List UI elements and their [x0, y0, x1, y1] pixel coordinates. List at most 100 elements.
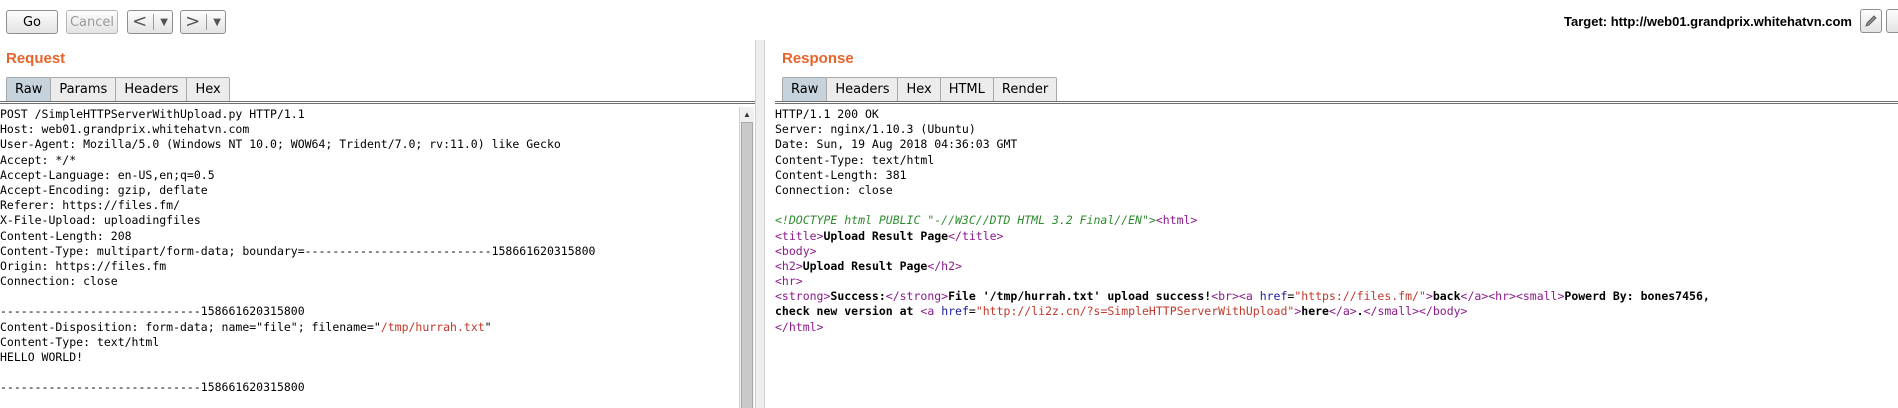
request-line-disposition: Content-Disposition: form-data; name="fi… — [0, 320, 739, 335]
scroll-up-icon[interactable]: ▲ — [740, 107, 754, 121]
help-button[interactable] — [1886, 9, 1898, 33]
request-line: POST /SimpleHTTPServerWithUpload.py HTTP… — [0, 107, 305, 121]
body-close-tag: </body> — [1419, 304, 1468, 319]
request-line: Accept: */* — [0, 152, 77, 167]
title-close-tag: </title> — [948, 228, 1004, 243]
back-divider — [153, 14, 155, 30]
request-line — [0, 289, 739, 304]
html-close-tag: </html> — [775, 319, 824, 334]
body-open-tag: <body> — [775, 243, 817, 258]
go-button-label: Go — [22, 14, 42, 30]
strong-open-tag: <strong> — [775, 289, 831, 304]
request-tab-headers[interactable]: Headers — [115, 77, 188, 101]
request-tab-params[interactable]: Params — [50, 77, 117, 101]
cancel-button[interactable]: Cancel — [66, 10, 118, 34]
h2-open-tag: <h2> — [775, 258, 803, 273]
response-editor[interactable]: HTTP/1.1 200 OK Server: nginx/1.10.3 (Ub… — [775, 107, 1898, 408]
request-line: Host: web01.grandprix.whitehatvn.com — [0, 122, 250, 137]
hr-tag-2: <hr> — [1488, 289, 1516, 304]
response-tab-html[interactable]: HTML — [939, 77, 994, 101]
h2-text: Upload Result Page — [802, 258, 928, 273]
response-tabs: Raw Headers Hex HTML Render — [782, 77, 1058, 101]
request-line: Origin: https://files.fm — [0, 258, 167, 273]
response-success-line: <strong>Success:</strong>File '/tmp/hurr… — [775, 289, 1898, 304]
response-line: Connection: close — [775, 182, 893, 197]
forward-dropdown-icon[interactable]: ▼ — [213, 17, 221, 28]
response-body-line: <body> — [775, 244, 1898, 259]
a-close-tag: </a> — [1460, 289, 1489, 304]
equals-sign-2: = — [968, 304, 976, 319]
response-title: Response — [782, 50, 854, 67]
response-line: Content-Length: 381 — [775, 167, 907, 182]
href-attr-2: href — [941, 304, 969, 319]
request-line: Accept-Encoding: gzip, deflate — [0, 182, 208, 197]
response-html-close-line: </html> — [775, 320, 1898, 335]
scroll-thumb[interactable] — [741, 122, 753, 408]
strong-close-tag: </strong> — [885, 289, 949, 304]
doctype: <!DOCTYPE html PUBLIC "-//W3C//DTD HTML … — [775, 213, 1156, 228]
a-open-tag: <a — [1238, 289, 1260, 304]
back-button[interactable]: < ▼ — [127, 10, 173, 34]
response-check-line: check new version at <a href="http://li2… — [775, 304, 1898, 319]
request-scrollbar[interactable]: ▲ — [739, 107, 754, 408]
response-tab-underline — [775, 101, 1898, 102]
request-tab-underline-2 — [0, 103, 755, 104]
edit-target-button[interactable] — [1860, 9, 1882, 33]
response-line — [775, 198, 1898, 213]
request-line: Content-Type: multipart/form-data; bound… — [0, 243, 596, 258]
go-button[interactable]: Go — [6, 10, 58, 34]
period: . — [1356, 304, 1364, 319]
request-line: Referer: https://files.fm/ — [0, 198, 181, 213]
response-tab-hex[interactable]: Hex — [897, 77, 941, 101]
check-version-text: check new version at — [775, 304, 921, 319]
response-line: Content-Type: text/html — [775, 152, 935, 167]
a-open-tag-2: <a — [920, 304, 942, 319]
file-success-text: File '/tmp/hurrah.txt' upload success! — [948, 289, 1212, 304]
cancel-button-label: Cancel — [69, 14, 115, 30]
title-open-tag: <title> — [775, 228, 824, 243]
request-line: Connection: close — [0, 274, 118, 289]
back-link-text: back — [1432, 289, 1461, 304]
disposition-suffix: " — [484, 319, 492, 334]
request-editor[interactable]: POST /SimpleHTTPServerWithUpload.py HTTP… — [0, 107, 739, 408]
href-attr: href — [1259, 289, 1288, 304]
request-line: -----------------------------15866162031… — [0, 304, 305, 319]
strong-text: Success: — [830, 289, 886, 304]
response-line: Server: nginx/1.10.3 (Ubuntu) — [775, 122, 976, 137]
response-line: HTTP/1.1 200 OK — [775, 107, 879, 121]
request-tab-hex[interactable]: Hex — [186, 77, 230, 101]
a-open-end: > — [1425, 289, 1433, 304]
request-title: Request — [6, 50, 66, 67]
href-value-li2z: "http://li2z.cn/?s=SimpleHTTPServerWithU… — [975, 304, 1295, 319]
request-tab-raw[interactable]: Raw — [6, 77, 52, 101]
request-line — [0, 365, 739, 380]
a-close-tag-2: </a> — [1328, 304, 1357, 319]
disposition-prefix: Content-Disposition: form-data; name="fi… — [0, 319, 381, 334]
request-tabs: Raw Params Headers Hex — [6, 77, 230, 101]
html-open-tag: <html> — [1155, 213, 1198, 228]
hr-tag: <hr> — [775, 274, 803, 289]
response-title-line: <title>Upload Result Page</title> — [775, 229, 1898, 244]
split-pane-divider[interactable] — [755, 40, 765, 408]
response-h2-line: <h2>Upload Result Page</h2> — [775, 259, 1898, 274]
request-line: -----------------------------15866162031… — [0, 380, 305, 395]
request-line: Content-Length: 208 — [0, 228, 132, 243]
here-link-text: here — [1301, 304, 1329, 319]
request-line: X-File-Upload: uploadingfiles — [0, 213, 201, 228]
response-panel: Response Raw Headers Hex HTML Render HTT… — [775, 44, 1898, 408]
request-panel: Request Raw Params Headers Hex POST /Sim… — [0, 44, 755, 408]
response-tab-raw[interactable]: Raw — [782, 77, 828, 101]
response-hr-line: <hr> — [775, 274, 1898, 289]
forward-button[interactable]: > ▼ — [180, 10, 226, 34]
br-tag: <br> — [1211, 289, 1239, 304]
back-dropdown-icon[interactable]: ▼ — [160, 17, 168, 28]
href-value-files: "https://files.fm/" — [1294, 289, 1426, 304]
response-doctype-line: <!DOCTYPE html PUBLIC "-//W3C//DTD HTML … — [775, 213, 1898, 228]
response-tab-underline-2 — [775, 103, 1898, 104]
target-label: Target: http://web01.grandprix.whitehatv… — [1564, 14, 1852, 29]
chevron-left-icon: < — [132, 11, 148, 32]
response-line: Date: Sun, 19 Aug 2018 04:36:03 GMT — [775, 137, 1018, 152]
request-line: Accept-Language: en-US,en;q=0.5 — [0, 167, 215, 182]
response-tab-headers[interactable]: Headers — [826, 77, 899, 101]
response-tab-render[interactable]: Render — [992, 77, 1058, 101]
